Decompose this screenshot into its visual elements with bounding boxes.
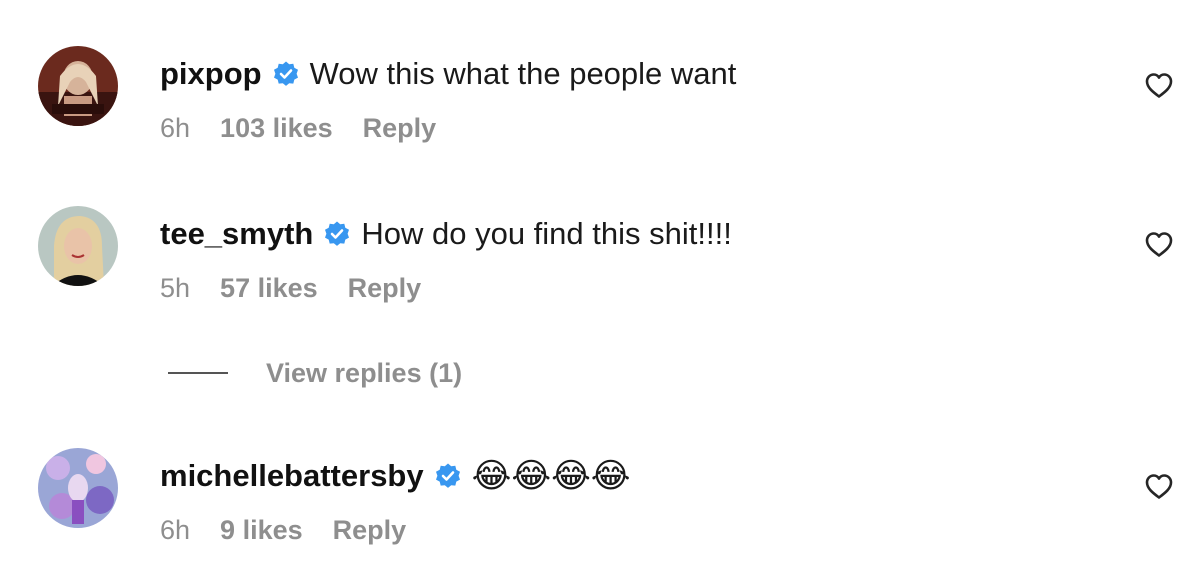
avatar[interactable] xyxy=(38,46,118,126)
divider xyxy=(168,372,228,374)
reply-button[interactable]: Reply xyxy=(348,272,422,304)
comment-text-line: pixpop Wow this what the people want xyxy=(160,54,736,94)
username[interactable]: pixpop xyxy=(160,54,262,94)
timestamp: 6h xyxy=(160,113,191,143)
verified-badge-icon xyxy=(272,60,300,88)
likes-count[interactable]: 9 likes xyxy=(220,514,303,546)
view-replies-button[interactable]: View replies (1) xyxy=(168,355,462,391)
username[interactable]: michellebattersby xyxy=(160,456,424,496)
heart-outline-icon[interactable] xyxy=(1144,230,1174,258)
view-replies-label[interactable]: View replies (1) xyxy=(266,358,462,389)
comment-text-line: michellebattersby 😂😂😂😂 xyxy=(160,456,631,496)
comment-meta: 6h 9 likes Reply xyxy=(160,514,436,546)
reply-button[interactable]: Reply xyxy=(333,514,407,546)
comment-item: michellebattersby 😂😂😂😂 6h 9 likes Reply xyxy=(0,448,1200,578)
comment-text-line: tee_smyth How do you find this shit!!!! xyxy=(160,214,732,254)
timestamp: 6h xyxy=(160,515,191,545)
avatar-tee-smyth-icon xyxy=(38,206,118,286)
comment-meta: 5h 57 likes Reply xyxy=(160,272,451,304)
comment-text: 😂😂😂😂 xyxy=(471,457,631,495)
avatar[interactable] xyxy=(38,206,118,286)
comment-item: tee_smyth How do you find this shit!!!! … xyxy=(0,206,1200,336)
verified-badge-icon xyxy=(434,462,462,490)
reply-button[interactable]: Reply xyxy=(363,112,437,144)
comment-text: How do you find this shit!!!! xyxy=(361,216,732,251)
likes-count[interactable]: 103 likes xyxy=(220,112,333,144)
comment-item: pixpop Wow this what the people want 6h … xyxy=(0,46,1200,176)
avatar-michellebattersby-icon xyxy=(38,448,118,528)
avatar[interactable] xyxy=(38,448,118,528)
heart-outline-icon[interactable] xyxy=(1144,472,1174,500)
timestamp: 5h xyxy=(160,273,191,303)
avatar-pixpop-icon xyxy=(38,46,118,126)
verified-badge-icon xyxy=(323,220,351,248)
comment-meta: 6h 103 likes Reply xyxy=(160,112,466,144)
username[interactable]: tee_smyth xyxy=(160,214,313,254)
comment-text: Wow this what the people want xyxy=(309,56,737,91)
likes-count[interactable]: 57 likes xyxy=(220,272,318,304)
heart-outline-icon[interactable] xyxy=(1144,71,1174,99)
